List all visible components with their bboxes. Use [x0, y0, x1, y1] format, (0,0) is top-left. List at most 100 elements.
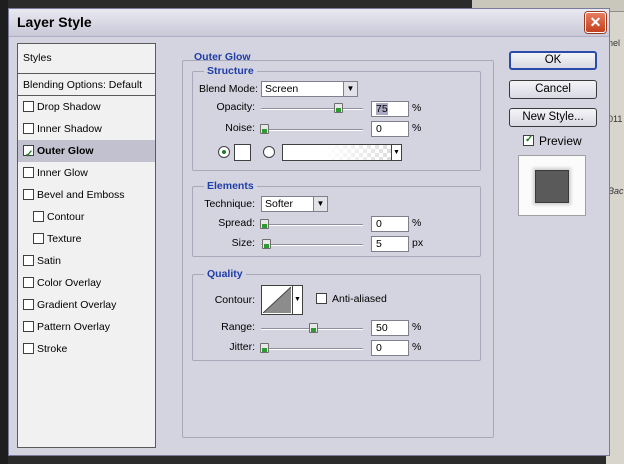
style-checkbox[interactable] [23, 167, 34, 178]
technique-label: Technique: [204, 198, 255, 210]
style-item-label: Bevel and Emboss [37, 189, 125, 201]
style-item-label: Drop Shadow [37, 101, 101, 113]
opacity-unit: % [412, 102, 422, 114]
style-item-pattern-overlay[interactable]: Pattern Overlay [18, 316, 155, 338]
technique-select[interactable]: Softer ▼ [261, 196, 328, 212]
solid-color-radio[interactable] [218, 146, 230, 158]
style-checkbox[interactable]: ✓ [23, 145, 34, 160]
background-app-left [0, 0, 8, 464]
style-item-stroke[interactable]: Stroke [18, 338, 155, 360]
background-fragment: Bac [608, 186, 624, 196]
spread-label: Spread: [218, 217, 255, 229]
preview-label: Preview [539, 134, 582, 148]
window-title: Layer Style [17, 14, 92, 30]
jitter-slider-track[interactable] [261, 348, 363, 350]
jitter-input[interactable]: 0 [371, 340, 409, 356]
quality-title: Quality [204, 268, 246, 280]
style-item-contour[interactable]: Contour [18, 206, 155, 228]
structure-title: Structure [204, 65, 257, 77]
glow-color-swatch[interactable] [234, 144, 251, 161]
style-checkbox[interactable] [23, 277, 34, 288]
spread-slider-track[interactable] [261, 224, 363, 226]
noise-slider-thumb[interactable] [260, 124, 269, 134]
style-item-label: Outer Glow [37, 145, 94, 157]
jitter-slider-thumb[interactable] [260, 343, 269, 353]
size-input[interactable]: 5 [371, 236, 409, 252]
preview-checkbox[interactable]: ✓ [523, 134, 534, 146]
chevron-down-icon: ▼ [391, 145, 401, 160]
title-bar[interactable]: Layer Style ✕ [9, 9, 609, 37]
gradient-radio[interactable] [263, 146, 275, 158]
spread-input[interactable]: 0 [371, 216, 409, 232]
checkmark-icon: ✓ [525, 134, 534, 145]
noise-slider-track[interactable] [261, 129, 363, 131]
preview-swatch [535, 170, 569, 203]
technique-value: Softer [265, 198, 294, 210]
contour-linear-icon [263, 287, 291, 313]
range-slider-thumb[interactable] [309, 323, 318, 333]
jitter-label: Jitter: [229, 341, 255, 353]
elements-title: Elements [204, 180, 257, 192]
gradient-picker[interactable]: ▼ [282, 144, 402, 161]
style-item-color-overlay[interactable]: Color Overlay [18, 272, 155, 294]
chevron-down-icon: ▼ [343, 82, 357, 96]
style-checkbox[interactable] [23, 255, 34, 266]
chevron-down-icon: ▼ [313, 197, 327, 211]
range-input[interactable]: 50 [371, 320, 409, 336]
style-checkbox[interactable] [23, 343, 34, 354]
anti-aliased-checkbox[interactable] [316, 293, 327, 304]
blend-mode-label: Blend Mode: [199, 83, 258, 95]
style-item-label: Color Overlay [37, 277, 102, 289]
style-item-drop-shadow[interactable]: Drop Shadow [18, 96, 155, 118]
size-slider-thumb[interactable] [262, 239, 271, 249]
style-item-blending-options-default[interactable]: Blending Options: Default [18, 74, 155, 96]
size-unit: px [412, 237, 424, 249]
style-checkbox[interactable] [33, 211, 44, 222]
style-checkbox[interactable] [23, 321, 34, 332]
style-checkbox[interactable] [23, 189, 34, 200]
blend-mode-select[interactable]: Screen ▼ [261, 81, 358, 97]
style-item-label: Contour [47, 211, 85, 223]
style-checkbox[interactable] [23, 299, 34, 310]
spread-slider-thumb[interactable] [260, 219, 269, 229]
style-checkbox[interactable] [33, 233, 44, 244]
close-button[interactable]: ✕ [585, 12, 606, 33]
noise-unit: % [412, 122, 422, 134]
style-item-bevel-and-emboss[interactable]: Bevel and Emboss [18, 184, 155, 206]
style-checkbox[interactable] [23, 101, 34, 112]
range-unit: % [412, 321, 422, 333]
close-icon: ✕ [589, 14, 602, 30]
background-fragment: 011 [608, 114, 623, 124]
style-item-texture[interactable]: Texture [18, 228, 155, 250]
style-item-label: Blending Options: Default [23, 79, 143, 91]
style-item-label: Texture [47, 233, 82, 245]
opacity-input[interactable]: 75 [371, 101, 409, 117]
blend-mode-value: Screen [265, 83, 299, 95]
ok-button[interactable]: OK [509, 51, 597, 70]
style-item-label: Pattern Overlay [37, 321, 110, 333]
size-label: Size: [231, 237, 255, 249]
style-item-label: Gradient Overlay [37, 299, 117, 311]
new-style-button[interactable]: New Style... [509, 108, 597, 127]
style-item-inner-shadow[interactable]: Inner Shadow [18, 118, 155, 140]
style-item-gradient-overlay[interactable]: Gradient Overlay [18, 294, 155, 316]
anti-aliased-label: Anti-aliased [332, 293, 387, 305]
opacity-slider-track[interactable] [261, 108, 363, 110]
styles-list-header[interactable]: Styles [18, 44, 155, 74]
style-item-outer-glow[interactable]: ✓ Outer Glow [18, 140, 155, 162]
range-label: Range: [221, 321, 255, 333]
style-item-satin[interactable]: Satin [18, 250, 155, 272]
chevron-down-icon: ▼ [292, 286, 302, 314]
style-item-label: Stroke [37, 343, 68, 355]
opacity-slider-thumb[interactable] [334, 103, 343, 113]
contour-picker[interactable]: ▼ [261, 285, 303, 315]
noise-input[interactable]: 0 [371, 121, 409, 137]
cancel-button[interactable]: Cancel [509, 80, 597, 99]
style-item-inner-glow[interactable]: Inner Glow [18, 162, 155, 184]
jitter-unit: % [412, 341, 422, 353]
size-slider-track[interactable] [261, 244, 363, 246]
contour-label: Contour: [214, 294, 255, 306]
style-checkbox[interactable] [23, 123, 34, 134]
opacity-label: Opacity: [216, 101, 255, 113]
radio-selected-dot [222, 150, 226, 154]
